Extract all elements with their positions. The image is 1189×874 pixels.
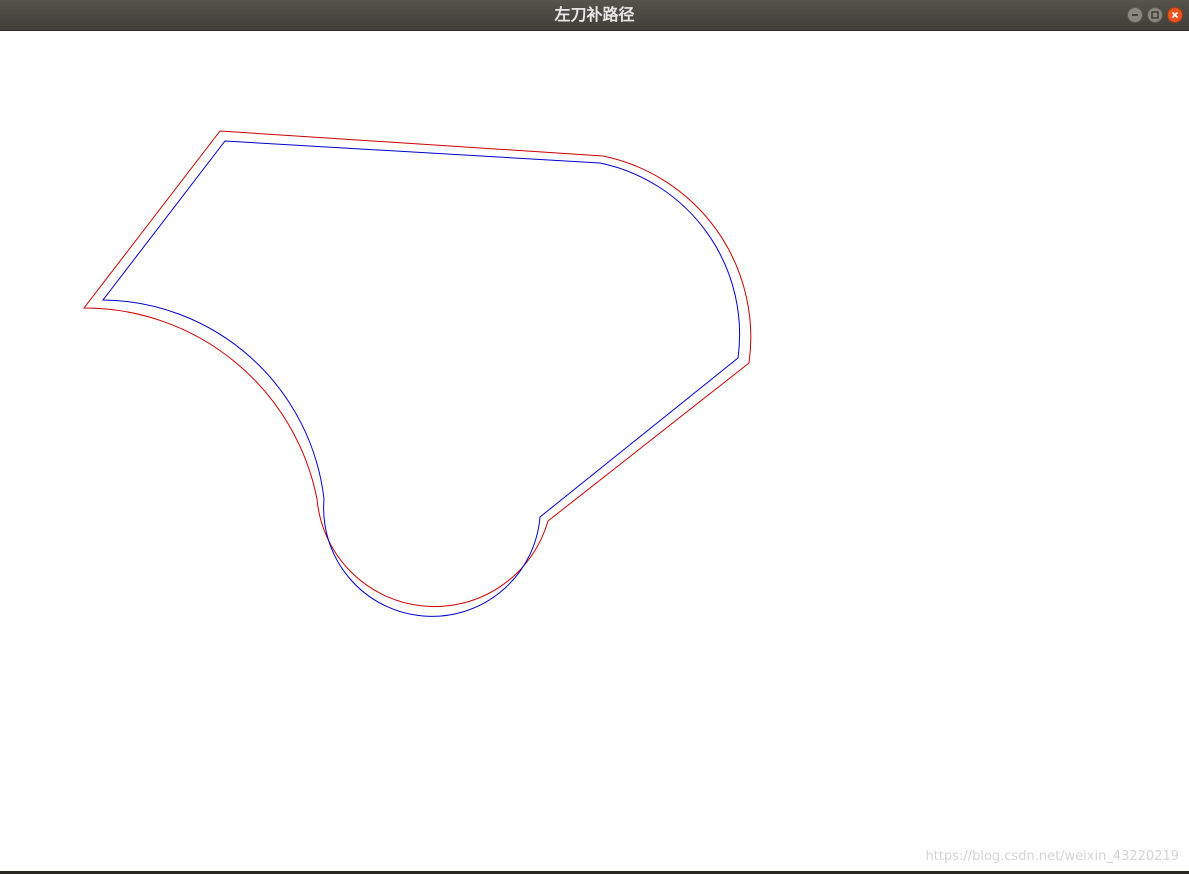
drawing-canvas [0,31,1189,871]
minimize-button[interactable] [1127,7,1143,23]
offset-toolpath [82,130,752,608]
app-window: 左刀补路径 https://blog.csdn.net/weixin_43220… [0,0,1189,874]
toolpath-svg [82,130,752,617]
minimize-icon [1132,14,1138,16]
maximize-button[interactable] [1147,7,1163,23]
maximize-icon [1151,11,1159,19]
close-button[interactable] [1167,7,1183,23]
window-title: 左刀补路径 [554,5,635,24]
original-contour [101,140,741,617]
title-bar[interactable]: 左刀补路径 [0,0,1189,31]
close-icon [1171,11,1179,19]
watermark-text: https://blog.csdn.net/weixin_43220219 [925,849,1179,864]
